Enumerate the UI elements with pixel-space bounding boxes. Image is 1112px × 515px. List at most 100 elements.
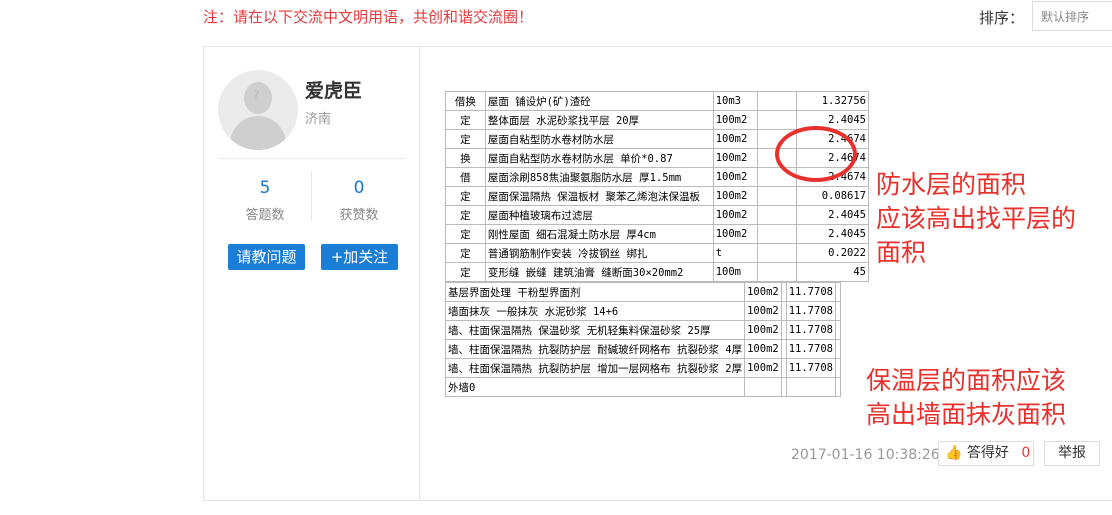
annotation-bottom: 保温层的面积应该 高出墙面抹灰面积 [866,364,1066,432]
table-bottom: 基层界面处理 干粉型界面剂 100m2 11.7708 墙面抹灰 一般抹灰 水泥砂浆 … [444,282,841,397]
table-row: 墙、柱面保温隔热 保温砂浆 无机轻集料保温砂浆 25厚 100m2 11.7708 [444,320,841,340]
table-cell [785,377,836,397]
answer-timestamp: 2017-01-16 10:38:26 [791,447,940,463]
user-panel: ? 爱虎臣 济南 5 答题数 0 获赞数 请教问题 +加关注 [204,47,420,500]
table-cell: 定 [445,224,486,244]
likes-stat: 0 获赞数 [312,178,406,223]
table-cell [834,377,841,397]
sort-select[interactable]: 默认排序 [1032,1,1112,31]
table-cell: 屋面 铺设炉(矿)渣砼 [484,91,714,111]
table-cell [756,186,798,206]
table-cell [756,262,798,282]
table-cell [834,358,841,378]
annotation-top-line2: 应该高出找平层的 [876,204,1077,233]
table-cell: 2.4045 [796,224,869,244]
table-cell: 换 [445,148,486,168]
table-cell: 11.7708 [785,339,836,359]
annotation-top-line1: 防水层的面积 [876,170,1027,199]
table-cell: 45 [796,262,869,282]
table-cell: 0.2022 [796,243,869,263]
table-cell: t [712,243,758,263]
table-cell: 变形缝 嵌缝 建筑油膏 缝断面30×20mm2 [484,262,714,282]
table-row: 定变形缝 嵌缝 建筑油膏 缝断面30×20mm2 100m 45 [445,262,869,282]
table-row: 外墙0 [444,377,841,397]
table-row: 定普通钢筋制作安装 冷拔钢丝 绑扎 t 0.2022 [445,243,869,263]
table-row: 墙、柱面保温隔热 抗裂防护层 耐碱玻纤网格布 抗裂砂浆 4厚 100m2 11.77… [444,339,841,359]
sort-label: 排序： [979,9,1025,27]
table-cell: 100m2 [712,110,758,130]
question-mark-icon: ? [253,88,260,102]
table-cell: 100m2 [712,129,758,149]
highlight-circle [775,126,857,182]
like-count: 0 [1021,445,1031,461]
table-cell: 墙、柱面保温隔热 保温砂浆 无机轻集料保温砂浆 25厚 [444,320,746,340]
table-cell: 定 [445,262,486,282]
follow-button[interactable]: +加关注 [321,244,398,270]
table-cell [756,91,798,111]
table-row: 基层界面处理 干粉型界面剂 100m2 11.7708 [444,282,841,302]
table-cell [756,205,798,225]
likes-count: 0 [353,178,365,198]
table-cell: 借 [445,167,486,187]
table-cell [756,224,798,244]
table-cell: 普通钢筋制作安装 冷拔钢丝 绑扎 [484,243,714,263]
table-cell: 100m2 [744,339,782,359]
ask-question-button[interactable]: 请教问题 [228,244,305,270]
table-cell: 屋面种植玻璃布过滤层 [484,205,714,225]
table-cell: 100m2 [712,224,758,244]
table-cell: 借换 [445,91,486,111]
table-cell: 100m2 [744,320,782,340]
user-city: 济南 [305,112,332,127]
avatar[interactable]: ? [218,70,298,150]
like-label: 答得好 [966,445,1009,461]
table-cell: 墙、柱面保温隔热 抗裂防护层 耐碱玻纤网格布 抗裂砂浆 4厚 [444,339,746,359]
table-cell: 11.7708 [785,282,836,302]
table-cell: 100m [712,262,758,282]
table-cell: 屋面自粘型防水卷材防水层 [484,129,714,149]
annotation-bottom-line1: 保温层的面积应该 [866,366,1067,395]
table-row: 借换 屋面 铺设炉(矿)渣砼 10m3 1.32756 [445,91,869,111]
table-cell: 外墙0 [444,377,746,397]
annotation-bottom-line2: 高出墙面抹灰面积 [866,400,1067,429]
table-cell [834,282,841,302]
table-cell: 100m2 [712,186,758,206]
table-cell: 11.7708 [785,301,836,321]
notice-text: 注：请在以下交流中文明用语，共创和谐交流圈！ [203,8,534,26]
table-cell: 屋面涂刷858焦油聚氨脂防水层 厚1.5mm [484,167,714,187]
table-cell [834,339,841,359]
table-cell [834,320,841,340]
report-button[interactable]: 举报 [1044,441,1100,466]
table-cell: 基层界面处理 干粉型界面剂 [444,282,746,302]
table-cell: 100m2 [744,301,782,321]
annotation-top: 防水层的面积 应该高出找平层的 面积 [876,168,1076,270]
table-cell: 11.7708 [785,358,836,378]
table-cell: 定 [445,129,486,149]
table-cell: 10m3 [712,91,758,111]
table-row: 定刚性屋面 细石混凝土防水层 厚4cm 100m2 2.4045 [445,224,869,244]
table-row: 定屋面种植玻璃布过滤层 100m2 2.4045 [445,205,869,225]
table-cell: 定 [445,186,486,206]
table-cell: 1.32756 [796,91,869,111]
table-cell: 墙面抹灰 一般抹灰 水泥砂浆 14+6 [444,301,746,321]
user-name[interactable]: 爱虎臣 [305,76,362,103]
table-cell: 整体面层 水泥砂浆找平层 20厚 [484,110,714,130]
table-cell: 定 [445,205,486,225]
answers-label: 答题数 [245,208,285,223]
table-cell [756,243,798,263]
table-cell: 0.08617 [796,186,869,206]
table-row: 墙面抹灰 一般抹灰 水泥砂浆 14+6 100m2 11.7708 [444,301,841,321]
table-cell: 屋面保温隔热 保温板材 聚苯乙烯泡沫保温板 [484,186,714,206]
table-cell: 100m2 [712,205,758,225]
thumbs-up-icon: 👍 [945,445,963,461]
table-cell: 定 [445,110,486,130]
avatar-body-icon [230,116,286,150]
like-button[interactable]: 👍 答得好 0 [938,441,1034,466]
annotation-top-line3: 面积 [876,238,927,267]
table-cell: 2.4045 [796,205,869,225]
table-cell: 墙、柱面保温隔热 抗裂防护层 增加一层网格布 抗裂砂浆 2厚 [444,358,746,378]
table-cell: 刚性屋面 细石混凝土防水层 厚4cm [484,224,714,244]
answers-stat: 5 答题数 [218,178,312,223]
table-cell: 定 [445,243,486,263]
table-row: 定屋面保温隔热 保温板材 聚苯乙烯泡沫保温板 100m2 0.08617 [445,186,869,206]
table-cell: 11.7708 [785,320,836,340]
